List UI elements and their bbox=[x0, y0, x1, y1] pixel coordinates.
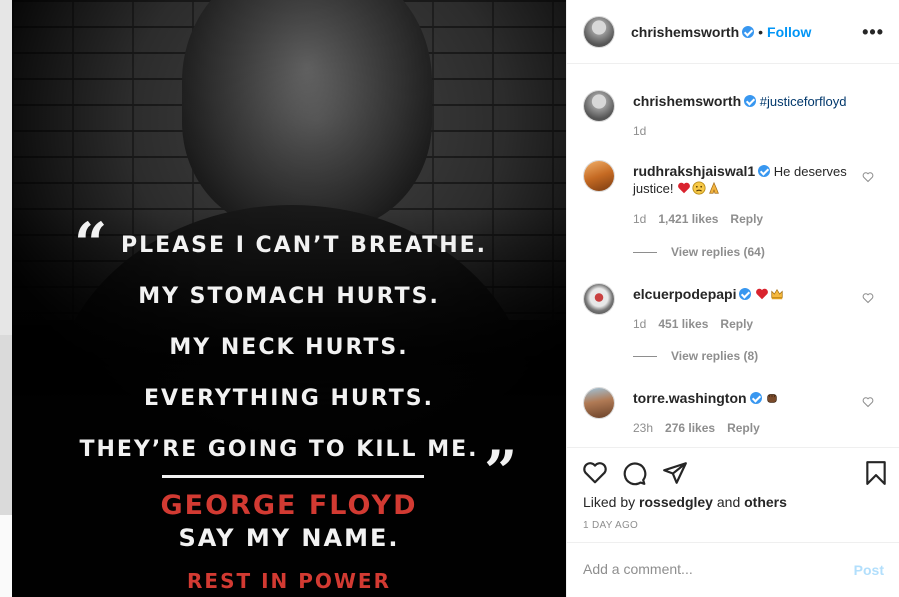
comment-text: rudhrakshjaiswal1 He deserves justice! bbox=[633, 163, 853, 197]
red-heart-icon bbox=[756, 288, 768, 300]
like-heart-icon[interactable] bbox=[582, 460, 608, 486]
verified-badge-icon bbox=[742, 26, 755, 38]
comment-meta: 23h 276 likes Reply bbox=[633, 421, 772, 435]
comment-time[interactable]: 1d bbox=[633, 212, 646, 226]
verified-badge-icon bbox=[739, 288, 752, 300]
replies-line bbox=[633, 356, 657, 358]
quote-line-1: PLEASE I CAN’T BREATHE. bbox=[120, 233, 488, 258]
comment-likes[interactable]: 451 likes bbox=[658, 317, 708, 331]
comment-meta: 1d 1,421 likes Reply bbox=[633, 212, 775, 226]
save-bookmark-icon[interactable] bbox=[863, 460, 889, 486]
comment-time[interactable]: 23h bbox=[633, 421, 653, 435]
view-replies-button[interactable]: View replies (64) bbox=[633, 245, 765, 259]
like-comment-heart-icon[interactable] bbox=[862, 292, 874, 304]
caption-text: chrishemsworth #justiceforfloyd bbox=[633, 93, 883, 110]
add-comment-bar: Post bbox=[567, 542, 899, 597]
replies-line bbox=[633, 252, 657, 254]
comment-username[interactable]: rudhrakshjaiswal1 bbox=[633, 163, 755, 179]
comment-icon[interactable] bbox=[621, 460, 647, 486]
name-line: GEORGE FLOYD bbox=[160, 490, 418, 521]
divider-rule bbox=[162, 475, 424, 478]
quote-line-3: MY NECK HURTS. bbox=[169, 335, 409, 360]
praying-hands-icon bbox=[709, 181, 719, 194]
sad-face-icon bbox=[692, 181, 706, 195]
caption-time[interactable]: 1d bbox=[633, 124, 646, 138]
comment-likes[interactable]: 276 likes bbox=[665, 421, 715, 435]
like-comment-heart-icon[interactable] bbox=[862, 396, 874, 408]
comment-text: elcuerpodepapi bbox=[633, 286, 853, 303]
avatar[interactable] bbox=[583, 90, 615, 122]
hashtag-link[interactable]: #justiceforfloyd bbox=[760, 94, 847, 109]
reply-button[interactable]: Reply bbox=[730, 212, 763, 226]
view-replies-button[interactable]: View replies (8) bbox=[633, 349, 758, 363]
left-margin bbox=[0, 0, 12, 597]
post-comment-button[interactable]: Post bbox=[854, 562, 884, 578]
follow-button[interactable]: Follow bbox=[767, 24, 811, 40]
view-replies-label: View replies (64) bbox=[671, 245, 765, 259]
red-heart-icon bbox=[678, 182, 690, 194]
comment-username[interactable]: elcuerpodepapi bbox=[633, 286, 736, 302]
post-timestamp[interactable]: 1 DAY AGO bbox=[583, 520, 638, 531]
reply-button[interactable]: Reply bbox=[720, 317, 753, 331]
liked-by-prefix: Liked by bbox=[583, 494, 636, 510]
add-comment-input[interactable] bbox=[583, 561, 833, 577]
liked-by-line: Liked by rossedgley and others bbox=[583, 494, 787, 510]
liked-by-others[interactable]: others bbox=[744, 494, 787, 510]
more-options-icon[interactable]: ••• bbox=[862, 22, 884, 43]
comment-time[interactable]: 1d bbox=[633, 317, 646, 331]
share-icon[interactable] bbox=[662, 460, 688, 486]
post-actions: Liked by rossedgley and others 1 DAY AGO… bbox=[567, 447, 899, 597]
caption-username[interactable]: chrishemsworth bbox=[633, 93, 741, 109]
post-image[interactable]: “ PLEASE I CAN’T BREATHE. MY STOMACH HUR… bbox=[12, 0, 566, 597]
quote-line-5: THEY’RE GOING TO KILL ME. bbox=[79, 437, 479, 462]
left-margin-shade bbox=[0, 0, 12, 335]
avatar[interactable] bbox=[583, 160, 615, 192]
caption-meta: 1d bbox=[633, 124, 658, 138]
avatar[interactable] bbox=[583, 283, 615, 315]
post-header: chrishemsworth • Follow ••• bbox=[567, 0, 899, 64]
raised-fist-icon bbox=[767, 394, 777, 403]
avatar[interactable] bbox=[583, 16, 615, 48]
liked-by-and: and bbox=[716, 494, 741, 510]
header-username[interactable]: chrishemsworth bbox=[631, 24, 739, 40]
comment-likes[interactable]: 1,421 likes bbox=[658, 212, 718, 226]
separator-dot: • bbox=[758, 24, 764, 40]
view-replies-label: View replies (8) bbox=[671, 349, 759, 363]
quote-line-4: EVERYTHING HURTS. bbox=[144, 386, 434, 411]
verified-badge-icon bbox=[758, 165, 771, 177]
crown-icon bbox=[771, 288, 783, 300]
quote-line-2: MY STOMACH HURTS. bbox=[138, 284, 440, 309]
comment-meta: 1d 451 likes Reply bbox=[633, 317, 765, 331]
left-margin-shade-lower bbox=[0, 335, 12, 515]
liked-by-user[interactable]: rossedgley bbox=[639, 494, 713, 510]
comment-username[interactable]: torre.washington bbox=[633, 390, 747, 406]
verified-badge-icon bbox=[749, 392, 762, 404]
avatar[interactable] bbox=[583, 387, 615, 419]
like-comment-heart-icon[interactable] bbox=[862, 171, 874, 183]
rest-in-power-line: REST IN POWER bbox=[187, 569, 391, 593]
comment-text: torre.washington bbox=[633, 390, 853, 407]
verified-badge-icon bbox=[744, 95, 757, 107]
say-my-name-line: SAY MY NAME. bbox=[178, 524, 400, 552]
post-details-panel: chrishemsworth • Follow ••• chrishemsworth… bbox=[566, 0, 899, 597]
reply-button[interactable]: Reply bbox=[727, 421, 760, 435]
